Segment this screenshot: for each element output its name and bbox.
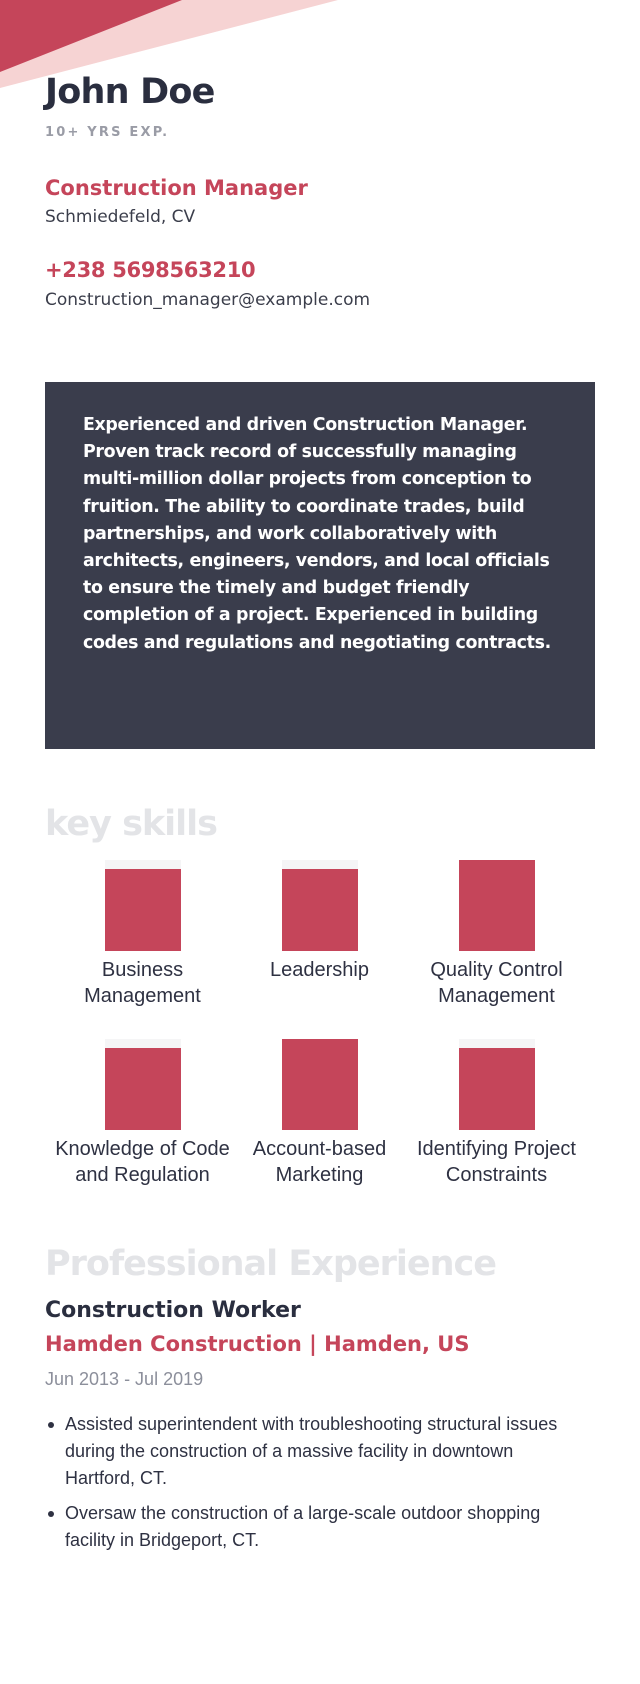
skill-label: Knowledge of Code and Regulation [55, 1138, 230, 1186]
skill-bar-fill [281, 1039, 358, 1130]
skill-item: Identifying Project Constraints [408, 1039, 585, 1218]
skills-section-title: key skills [45, 804, 218, 844]
job-title-headline: Construction Manager [45, 176, 308, 200]
skill-label: Quality Control Management [430, 959, 563, 1007]
skill-bar-fill [458, 1048, 535, 1130]
summary-box: Experienced and driven Construction Mana… [45, 382, 595, 749]
email-address[interactable]: Construction_manager@example.com [45, 288, 370, 312]
skill-bar [458, 860, 535, 951]
phone-number[interactable]: +238 5698563210 [45, 256, 256, 284]
skill-label: Identifying Project Constraints [417, 1138, 576, 1186]
job-dates: Jun 2013 - Jul 2019 [45, 1369, 204, 1389]
job-bullet: Oversaw the construction of a large-scal… [45, 1500, 585, 1554]
skill-item: Quality Control Management [408, 860, 585, 1039]
experience-years: 10+ YRS EXP. [45, 125, 170, 140]
skill-bar [104, 1039, 181, 1130]
skill-label: Business Management [84, 959, 201, 1007]
skill-bar [458, 1039, 535, 1130]
job-bullet: Assisted superintendent with troubleshoo… [45, 1411, 585, 1492]
skill-bar-fill [458, 860, 535, 951]
skill-item: Leadership [231, 860, 408, 1039]
skill-bar-fill [281, 869, 358, 951]
job-role: Construction Worker [45, 1298, 301, 1323]
skill-bar-fill [104, 869, 181, 951]
skills-grid: Business Management Leadership Quality C… [54, 860, 585, 1218]
summary-text: Experienced and driven Construction Mana… [83, 415, 551, 653]
job-bullets: Assisted superintendent with troubleshoo… [45, 1411, 585, 1562]
skill-bar [281, 1039, 358, 1130]
location: Schmiedefeld, CV [45, 207, 196, 227]
candidate-name: John Doe [45, 72, 215, 112]
skill-bar [281, 860, 358, 951]
skill-label: Account-based Marketing [252, 1138, 387, 1186]
experience-section-title: Professional Experience [45, 1244, 497, 1284]
skill-bar-fill [104, 1048, 181, 1130]
skill-bar [104, 860, 181, 951]
skill-item: Account-based Marketing [231, 1039, 408, 1218]
skill-item: Knowledge of Code and Regulation [54, 1039, 231, 1218]
skill-item: Business Management [54, 860, 231, 1039]
job-company: Hamden Construction | Hamden, US [45, 1332, 470, 1356]
skill-label: Leadership [270, 959, 369, 981]
